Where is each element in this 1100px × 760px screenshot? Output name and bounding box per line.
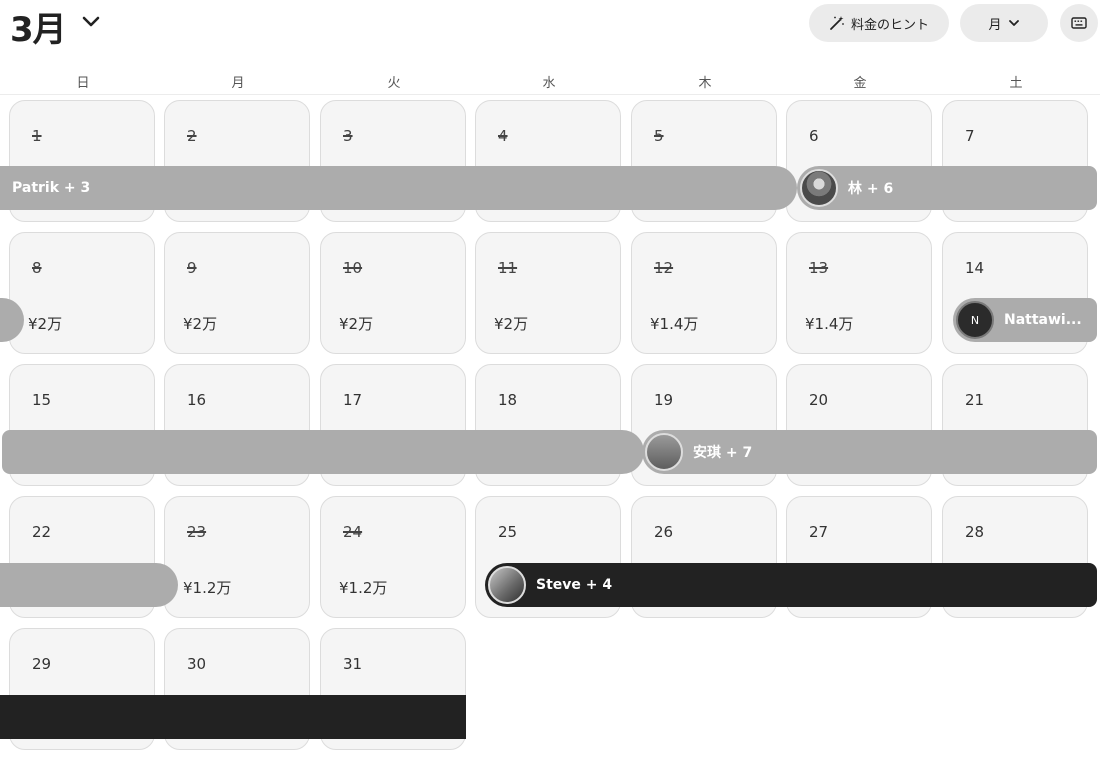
reservation-bar-steve[interactable]: Steve + 4 [485, 563, 1097, 607]
day-number: 18 [498, 391, 518, 409]
day-number: 3 [343, 127, 353, 145]
pricing-hint-label: 料金のヒント [850, 17, 929, 33]
view-selector-button[interactable]: 月 [960, 4, 1048, 42]
reservation-bar-steve-continued[interactable] [0, 695, 466, 739]
reservation-label: Nattawi... [1004, 312, 1082, 328]
day-number: 16 [187, 391, 207, 409]
day-number: 23 [187, 523, 207, 541]
day-number: 14 [965, 259, 985, 277]
guest-avatar [488, 566, 526, 604]
day-number: 27 [809, 523, 829, 541]
day-price: ¥2万 [183, 315, 218, 333]
view-selector-label: 月 [988, 17, 1002, 33]
keyboard-icon [1071, 17, 1087, 29]
day-number: 28 [965, 523, 985, 541]
day-number: 2 [187, 127, 197, 145]
weekday-wed: 水 [542, 76, 556, 91]
day-cell[interactable]: 11 ¥2万 [475, 232, 621, 354]
day-number: 26 [654, 523, 674, 541]
weekday-sun: 日 [76, 76, 90, 91]
day-cell[interactable]: 8 ¥2万 [9, 232, 155, 354]
month-title[interactable]: 3月 [10, 2, 67, 51]
day-cell[interactable]: 12 ¥1.4万 [631, 232, 777, 354]
day-cell[interactable]: 24 ¥1.2万 [320, 496, 466, 618]
day-number: 4 [498, 127, 508, 145]
day-number: 15 [32, 391, 52, 409]
day-number: 7 [965, 127, 975, 145]
reservation-label: Steve + 4 [536, 577, 613, 593]
reservation-label: 安琪 + 7 [693, 445, 753, 461]
reservation-bar-nattawi-continued[interactable] [2, 430, 644, 474]
day-price: ¥1.2万 [339, 579, 388, 597]
reservation-bar-patrik[interactable]: Patrik + 3 [0, 166, 797, 210]
day-number: 22 [32, 523, 52, 541]
day-number: 25 [498, 523, 518, 541]
chevron-down-icon [1008, 20, 1019, 26]
day-price: ¥1.4万 [650, 315, 699, 333]
guest-avatar-initial: N [956, 301, 994, 339]
day-number: 17 [343, 391, 363, 409]
guest-avatar [800, 169, 838, 207]
day-price: ¥1.2万 [183, 579, 232, 597]
day-price: ¥2万 [494, 315, 529, 333]
day-number: 30 [187, 655, 207, 673]
day-number: 10 [343, 259, 363, 277]
keyboard-shortcuts-button[interactable] [1060, 4, 1098, 42]
day-price: ¥2万 [28, 315, 63, 333]
weekday-thu: 木 [698, 76, 712, 91]
reservation-bar-anqi[interactable]: 安琪 + 7 [642, 430, 1097, 474]
reservation-bar-anqi-continued[interactable] [0, 563, 178, 607]
weekday-mon: 月 [231, 76, 245, 91]
day-number: 21 [965, 391, 985, 409]
day-cell[interactable]: 13 ¥1.4万 [786, 232, 932, 354]
day-number: 1 [32, 127, 42, 145]
weekday-tue: 火 [387, 76, 401, 91]
pricing-hint-button[interactable]: 料金のヒント [809, 4, 949, 42]
calendar-header: 3月 料金のヒント 月 [0, 0, 1100, 50]
day-number: 24 [343, 523, 363, 541]
day-number: 20 [809, 391, 829, 409]
day-number: 29 [32, 655, 52, 673]
day-cell[interactable]: 9 ¥2万 [164, 232, 310, 354]
day-number: 31 [343, 655, 363, 673]
magic-wand-icon [830, 16, 844, 30]
day-number: 13 [809, 259, 829, 277]
day-number: 9 [187, 259, 197, 277]
guest-avatar [645, 433, 683, 471]
day-price: ¥1.4万 [805, 315, 854, 333]
day-cell[interactable]: 23 ¥1.2万 [164, 496, 310, 618]
day-number: 12 [654, 259, 674, 277]
day-number: 6 [809, 127, 819, 145]
day-number: 19 [654, 391, 674, 409]
weekday-fri: 金 [853, 76, 867, 91]
day-price: ¥2万 [339, 315, 374, 333]
reservation-bar-nattawi[interactable]: N Nattawi... [953, 298, 1097, 342]
weekday-header-row: 日 月 火 水 木 金 土 [0, 68, 1100, 95]
reservation-label: 林 + 6 [848, 181, 894, 197]
chevron-down-icon[interactable] [80, 10, 102, 32]
day-cell[interactable]: 10 ¥2万 [320, 232, 466, 354]
reservation-label: Patrik + 3 [12, 180, 91, 196]
day-number: 5 [654, 127, 664, 145]
day-number: 8 [32, 259, 42, 277]
weekday-sat: 土 [1009, 76, 1023, 91]
reservation-bar-lin[interactable]: 林 + 6 [797, 166, 1097, 210]
day-number: 11 [498, 259, 518, 277]
